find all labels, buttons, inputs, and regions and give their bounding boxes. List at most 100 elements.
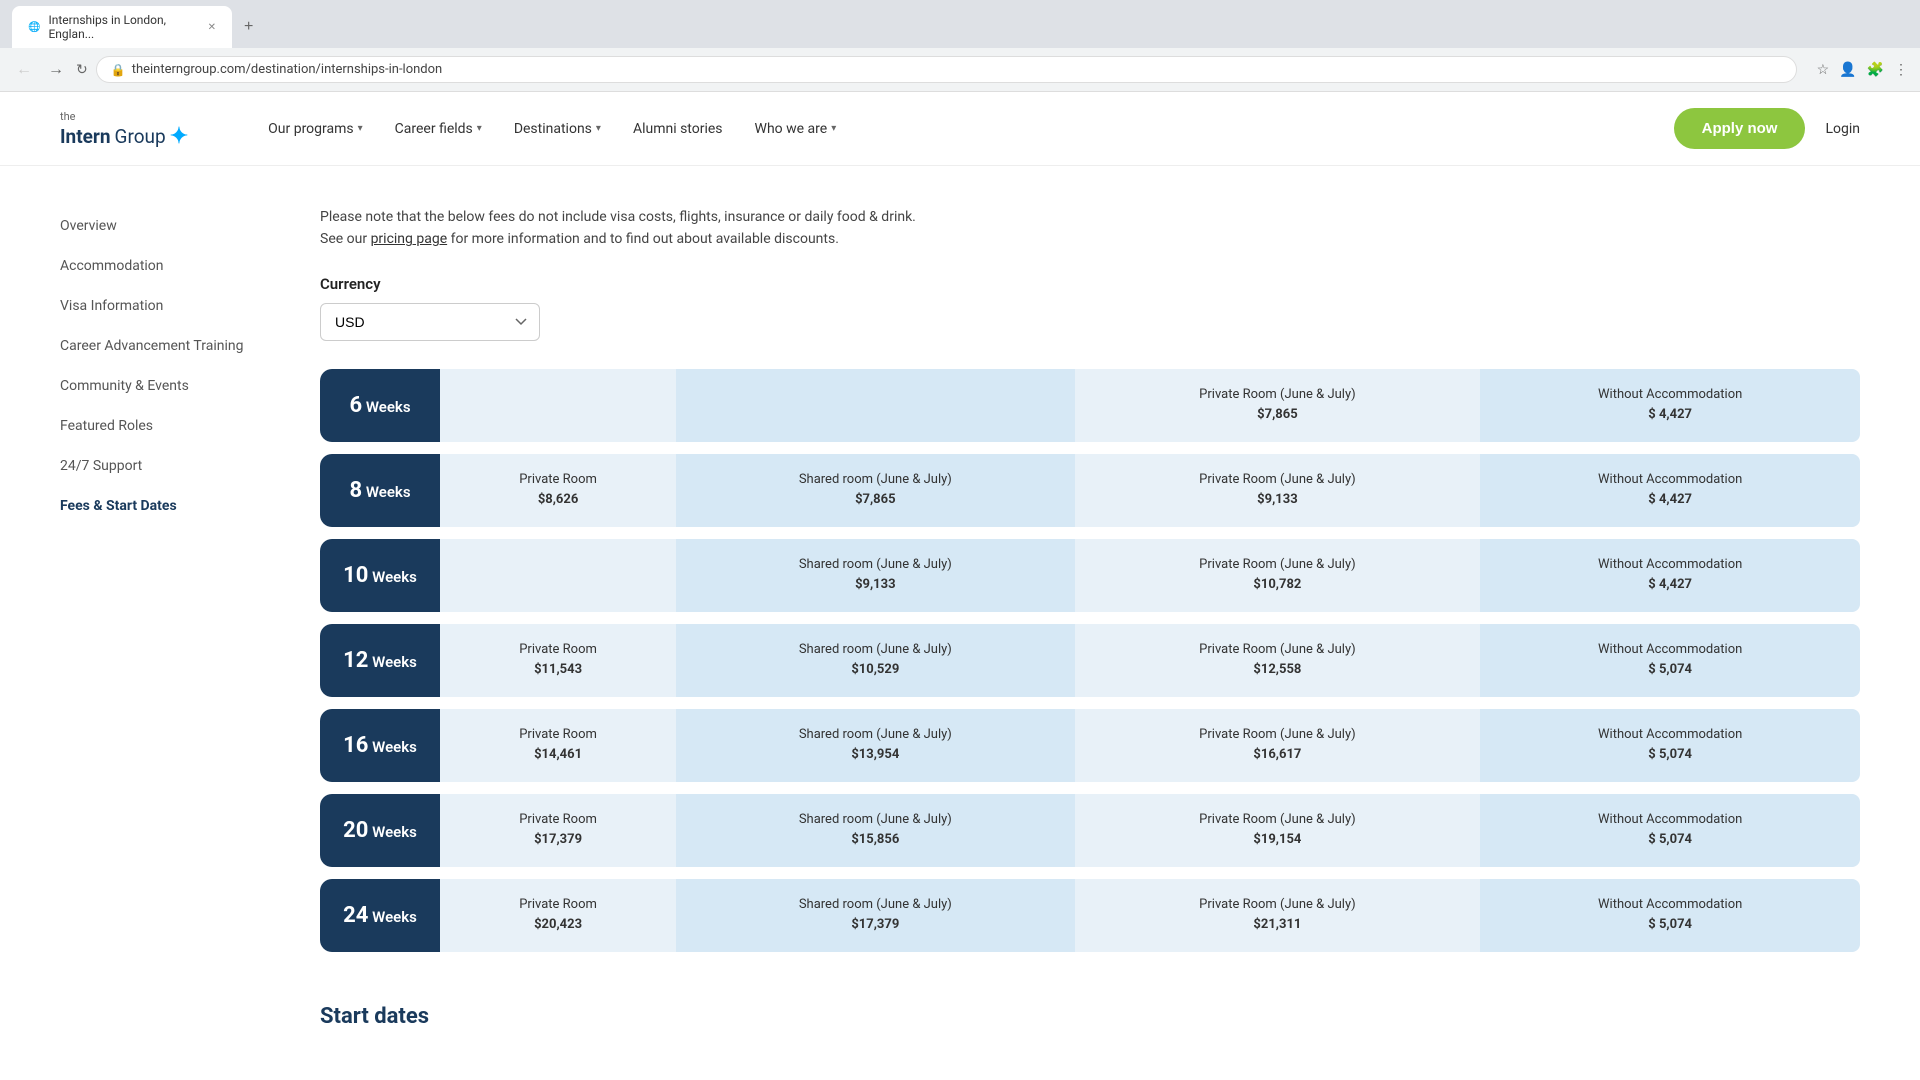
price-cell-row4-col2: Private Room (June & July)$16,617 [1075,709,1481,782]
price-cell-row0-col1 [676,369,1074,442]
forward-button[interactable]: → [44,57,68,83]
address-bar[interactable]: 🔒 theinterngroup.com/destination/interns… [96,56,1797,83]
table-row: 8 WeeksPrivate Room$8,626Shared room (Ju… [320,454,1860,527]
price-cell-row2-col0 [440,539,676,612]
sidebar-item-community-events[interactable]: Community & Events [60,366,260,406]
price-cell-row6-col0: Private Room$20,423 [440,879,676,952]
logo-intern: Intern [60,125,111,148]
site-header: the Intern Group ✦ Our programs ▾ Career… [0,92,1920,166]
price-cell-row4-col3: Without Accommodation$ 5,074 [1480,709,1860,782]
nav-actions: Apply now Login [1674,108,1860,149]
tab-close-button[interactable]: ✕ [208,22,216,33]
chevron-down-icon: ▾ [477,123,482,134]
sidebar-item-accommodation[interactable]: Accommodation [60,246,260,286]
table-row: 16 WeeksPrivate Room$14,461Shared room (… [320,709,1860,782]
week-cell-6: 6 Weeks [320,369,440,442]
toolbar-icons: ☆ 👤 🧩 ⋮ [1817,62,1908,78]
sidebar-item-overview[interactable]: Overview [60,206,260,246]
price-cell-row1-col1: Shared room (June & July)$7,865 [676,454,1074,527]
price-cell-row5-col0: Private Room$17,379 [440,794,676,867]
week-cell-8: 8 Weeks [320,454,440,527]
extensions-icon[interactable]: 🧩 [1867,62,1884,78]
price-cell-row6-col2: Private Room (June & July)$21,311 [1075,879,1481,952]
sidebar: Overview Accommodation Visa Information … [60,206,260,1029]
price-cell-row6-col1: Shared room (June & July)$17,379 [676,879,1074,952]
currency-section: Currency USD GBP EUR AUD [320,275,1860,365]
price-cell-row4-col0: Private Room$14,461 [440,709,676,782]
content-area: Overview Accommodation Visa Information … [0,166,1920,1069]
logo-icon: ✦ [170,124,188,149]
week-cell-10: 10 Weeks [320,539,440,612]
profile-icon[interactable]: 👤 [1839,62,1856,78]
sidebar-item-fees[interactable]: Fees & Start Dates [60,486,260,526]
tab-favicon: 🌐 [28,22,40,33]
price-cell-row1-col3: Without Accommodation$ 4,427 [1480,454,1860,527]
table-row: 6 Weeks Private Room (June & July)$7,865W… [320,369,1860,442]
table-row: 24 WeeksPrivate Room$20,423Shared room (… [320,879,1860,952]
secure-icon: 🔒 [111,63,126,77]
nav-career-fields[interactable]: Career fields ▾ [395,121,482,137]
price-cell-row5-col1: Shared room (June & July)$15,856 [676,794,1074,867]
sidebar-item-visa[interactable]: Visa Information [60,286,260,326]
table-row: 10 Weeks Shared room (June & July)$9,133P… [320,539,1860,612]
browser-chrome: 🌐 Internships in London, Englan... ✕ + ←… [0,0,1920,92]
logo-text-block: the Intern Group ✦ [60,108,188,149]
url-text: theinterngroup.com/destination/internshi… [132,62,443,77]
price-cell-row3-col0: Private Room$11,543 [440,624,676,697]
price-cell-row1-col0: Private Room$8,626 [440,454,676,527]
price-cell-row3-col3: Without Accommodation$ 5,074 [1480,624,1860,697]
price-cell-row3-col2: Private Room (June & July)$12,558 [1075,624,1481,697]
back-button[interactable]: ← [12,57,36,83]
browser-nav: ← → ↻ [12,57,88,83]
price-cell-row0-col3: Without Accommodation$ 4,427 [1480,369,1860,442]
currency-label: Currency [320,275,1860,293]
bookmark-icon[interactable]: ☆ [1817,62,1830,78]
currency-select[interactable]: USD GBP EUR AUD [320,303,540,341]
chevron-down-icon: ▾ [358,123,363,134]
tab-title: Internships in London, Englan... [48,13,199,41]
notice-text: Please note that the below fees do not i… [320,206,1860,251]
sidebar-item-career-advancement[interactable]: Career Advancement Training [60,326,260,366]
week-cell-12: 12 Weeks [320,624,440,697]
week-cell-24: 24 Weeks [320,879,440,952]
chevron-down-icon: ▾ [596,123,601,134]
apply-now-button[interactable]: Apply now [1674,108,1806,149]
site-logo[interactable]: the Intern Group ✦ [60,108,188,149]
nav-who-we-are[interactable]: Who we are ▾ [755,121,837,137]
price-cell-row2-col1: Shared room (June & July)$9,133 [676,539,1074,612]
price-cell-row6-col3: Without Accommodation$ 5,074 [1480,879,1860,952]
chevron-down-icon: ▾ [831,123,836,134]
price-cell-row2-col2: Private Room (June & July)$10,782 [1075,539,1481,612]
pricing-page-link[interactable]: pricing page [371,231,448,247]
start-dates-title: Start dates [320,1004,1860,1029]
tab-bar: 🌐 Internships in London, Englan... ✕ + [0,0,1920,48]
sidebar-item-support[interactable]: 24/7 Support [60,446,260,486]
price-cell-row0-col2: Private Room (June & July)$7,865 [1075,369,1481,442]
main-content: Please note that the below fees do not i… [320,206,1860,1029]
new-tab-button[interactable]: + [234,6,263,48]
login-link[interactable]: Login [1825,121,1860,137]
nav-destinations[interactable]: Destinations ▾ [514,121,601,137]
week-cell-16: 16 Weeks [320,709,440,782]
refresh-button[interactable]: ↻ [76,61,88,78]
menu-icon[interactable]: ⋮ [1894,62,1908,78]
sidebar-item-featured-roles[interactable]: Featured Roles [60,406,260,446]
table-row: 12 WeeksPrivate Room$11,543Shared room (… [320,624,1860,697]
main-nav: Our programs ▾ Career fields ▾ Destinati… [268,121,1674,137]
price-cell-row5-col2: Private Room (June & July)$19,154 [1075,794,1481,867]
pricing-table: 6 WeeksPrivate Room (June & July)$7,865W… [320,365,1860,964]
logo-the: the [60,110,76,123]
logo-group: Group [115,125,166,148]
nav-alumni-stories[interactable]: Alumni stories [633,121,723,137]
price-cell-row1-col2: Private Room (June & July)$9,133 [1075,454,1481,527]
price-cell-row2-col3: Without Accommodation$ 4,427 [1480,539,1860,612]
table-row: 20 WeeksPrivate Room$17,379Shared room (… [320,794,1860,867]
price-cell-row0-col0 [440,369,676,442]
price-cell-row4-col1: Shared room (June & July)$13,954 [676,709,1074,782]
week-cell-20: 20 Weeks [320,794,440,867]
browser-toolbar: ← → ↻ 🔒 theinterngroup.com/destination/i… [0,48,1920,91]
page: the Intern Group ✦ Our programs ▾ Career… [0,92,1920,1069]
active-tab[interactable]: 🌐 Internships in London, Englan... ✕ [12,6,232,48]
nav-our-programs[interactable]: Our programs ▾ [268,121,363,137]
price-cell-row3-col1: Shared room (June & July)$10,529 [676,624,1074,697]
